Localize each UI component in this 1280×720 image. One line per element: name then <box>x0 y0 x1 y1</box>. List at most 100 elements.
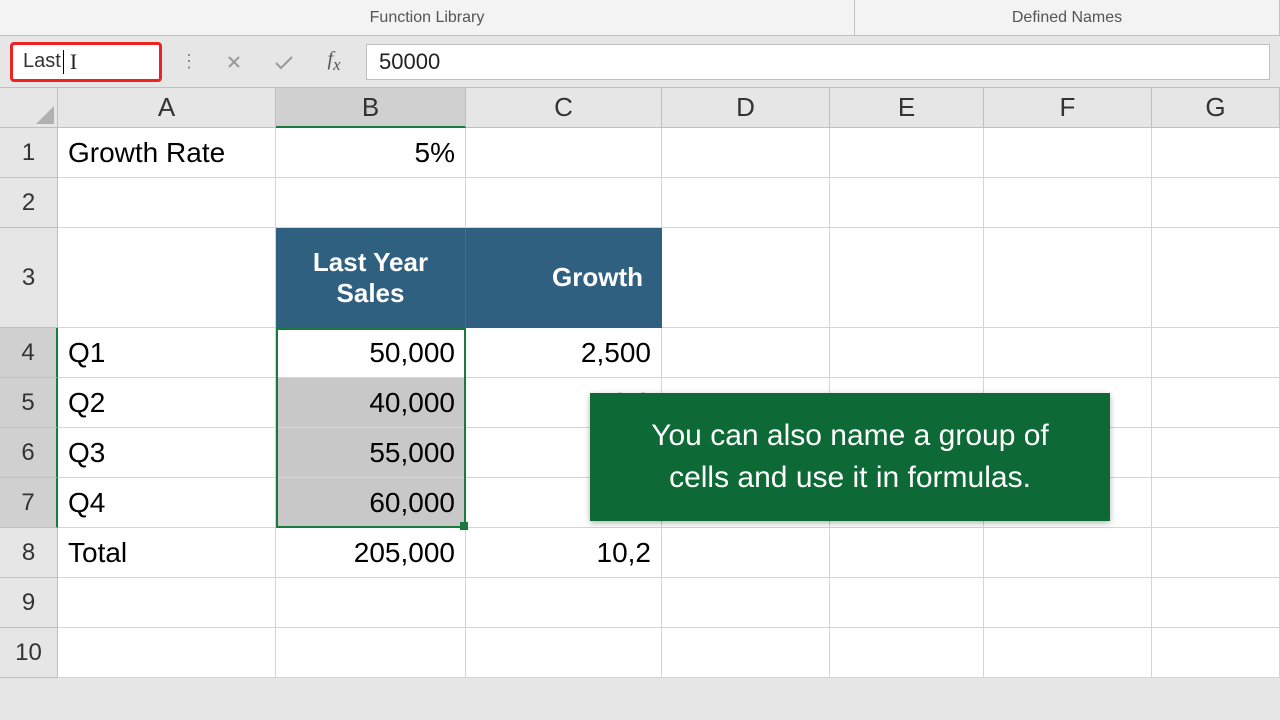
name-box-value: Last <box>23 50 61 73</box>
cancel-button[interactable] <box>216 46 252 78</box>
app-window: Function Library Defined Names Last I ⋮ … <box>0 0 1280 720</box>
tip-overlay: You can also name a group of cells and u… <box>590 393 1110 521</box>
row-8: 8 Total 205,000 10,2 <box>0 528 1280 578</box>
cell-C8[interactable]: 10,2 <box>466 528 662 578</box>
row-header-6[interactable]: 6 <box>0 428 58 478</box>
cell-G4[interactable] <box>1152 328 1280 378</box>
menu-dots-icon[interactable]: ⋮ <box>176 51 202 72</box>
cell-B9[interactable] <box>276 578 466 628</box>
cell-F9[interactable] <box>984 578 1152 628</box>
cell-E3[interactable] <box>830 228 984 328</box>
select-all-corner[interactable] <box>0 88 58 128</box>
cell-E4[interactable] <box>830 328 984 378</box>
cell-A5[interactable]: Q2 <box>58 378 276 428</box>
cell-C10[interactable] <box>466 628 662 678</box>
row-10: 10 <box>0 628 1280 678</box>
ribbon-group-function-library: Function Library <box>0 0 855 35</box>
cell-D2[interactable] <box>662 178 830 228</box>
formula-value: 50000 <box>379 49 440 75</box>
ibeam-cursor-icon: I <box>70 49 77 75</box>
cell-B3-header[interactable]: Last Year Sales <box>276 228 466 328</box>
cell-G2[interactable] <box>1152 178 1280 228</box>
ribbon-group-labels: Function Library Defined Names <box>0 0 1280 36</box>
cell-B6[interactable]: 55,000 <box>276 428 466 478</box>
fx-icon: fx <box>328 48 341 75</box>
row-header-10[interactable]: 10 <box>0 628 58 678</box>
cell-D10[interactable] <box>662 628 830 678</box>
row-4: 4 Q1 50,000 2,500 <box>0 328 1280 378</box>
cell-G8[interactable] <box>1152 528 1280 578</box>
cell-D8[interactable] <box>662 528 830 578</box>
cell-C9[interactable] <box>466 578 662 628</box>
col-header-G[interactable]: G <box>1152 88 1280 128</box>
formula-input[interactable]: 50000 <box>366 44 1270 80</box>
spreadsheet-grid[interactable]: A B C D E F G 1 Growth Rate 5% 2 <box>0 88 1280 678</box>
col-header-E[interactable]: E <box>830 88 984 128</box>
row-header-7[interactable]: 7 <box>0 478 58 528</box>
cell-G9[interactable] <box>1152 578 1280 628</box>
row-3: 3 Last Year Sales Growth <box>0 228 1280 328</box>
row-header-8[interactable]: 8 <box>0 528 58 578</box>
cell-B7[interactable]: 60,000 <box>276 478 466 528</box>
col-header-A[interactable]: A <box>58 88 276 128</box>
cell-A4[interactable]: Q1 <box>58 328 276 378</box>
formula-bar: Last I ⋮ fx 50000 <box>0 36 1280 88</box>
row-header-2[interactable]: 2 <box>0 178 58 228</box>
cell-B4[interactable]: 50,000 <box>276 328 466 378</box>
cell-B10[interactable] <box>276 628 466 678</box>
cell-E10[interactable] <box>830 628 984 678</box>
row-9: 9 <box>0 578 1280 628</box>
row-header-9[interactable]: 9 <box>0 578 58 628</box>
col-header-F[interactable]: F <box>984 88 1152 128</box>
cell-A9[interactable] <box>58 578 276 628</box>
col-header-D[interactable]: D <box>662 88 830 128</box>
cell-C4[interactable]: 2,500 <box>466 328 662 378</box>
cell-A10[interactable] <box>58 628 276 678</box>
cell-A7[interactable]: Q4 <box>58 478 276 528</box>
cell-C1[interactable] <box>466 128 662 178</box>
enter-button[interactable] <box>266 46 302 78</box>
insert-function-button[interactable]: fx <box>316 46 352 78</box>
cell-B2[interactable] <box>276 178 466 228</box>
cell-B5[interactable]: 40,000 <box>276 378 466 428</box>
cell-G3[interactable] <box>1152 228 1280 328</box>
cell-A8[interactable]: Total <box>58 528 276 578</box>
col-header-C[interactable]: C <box>466 88 662 128</box>
cell-D1[interactable] <box>662 128 830 178</box>
cell-F8[interactable] <box>984 528 1152 578</box>
row-1: 1 Growth Rate 5% <box>0 128 1280 178</box>
cell-G5[interactable] <box>1152 378 1280 428</box>
column-headers: A B C D E F G <box>0 88 1280 128</box>
cell-G10[interactable] <box>1152 628 1280 678</box>
cell-A2[interactable] <box>58 178 276 228</box>
text-cursor <box>63 50 64 74</box>
cell-A6[interactable]: Q3 <box>58 428 276 478</box>
row-header-4[interactable]: 4 <box>0 328 58 378</box>
row-header-5[interactable]: 5 <box>0 378 58 428</box>
cell-F10[interactable] <box>984 628 1152 678</box>
cell-C2[interactable] <box>466 178 662 228</box>
cell-E8[interactable] <box>830 528 984 578</box>
row-header-1[interactable]: 1 <box>0 128 58 178</box>
cell-B8[interactable]: 205,000 <box>276 528 466 578</box>
col-header-B[interactable]: B <box>276 88 466 128</box>
cell-F2[interactable] <box>984 178 1152 228</box>
cell-E9[interactable] <box>830 578 984 628</box>
cell-F1[interactable] <box>984 128 1152 178</box>
cell-F3[interactable] <box>984 228 1152 328</box>
cell-G1[interactable] <box>1152 128 1280 178</box>
name-box[interactable]: Last I <box>10 42 162 82</box>
row-header-3[interactable]: 3 <box>0 228 58 328</box>
cell-D4[interactable] <box>662 328 830 378</box>
cell-D3[interactable] <box>662 228 830 328</box>
cell-A3[interactable] <box>58 228 276 328</box>
cell-G6[interactable] <box>1152 428 1280 478</box>
cell-E2[interactable] <box>830 178 984 228</box>
cell-D9[interactable] <box>662 578 830 628</box>
cell-A1[interactable]: Growth Rate <box>58 128 276 178</box>
cell-C3-header[interactable]: Growth <box>466 228 662 328</box>
cell-G7[interactable] <box>1152 478 1280 528</box>
cell-F4[interactable] <box>984 328 1152 378</box>
cell-E1[interactable] <box>830 128 984 178</box>
cell-B1[interactable]: 5% <box>276 128 466 178</box>
